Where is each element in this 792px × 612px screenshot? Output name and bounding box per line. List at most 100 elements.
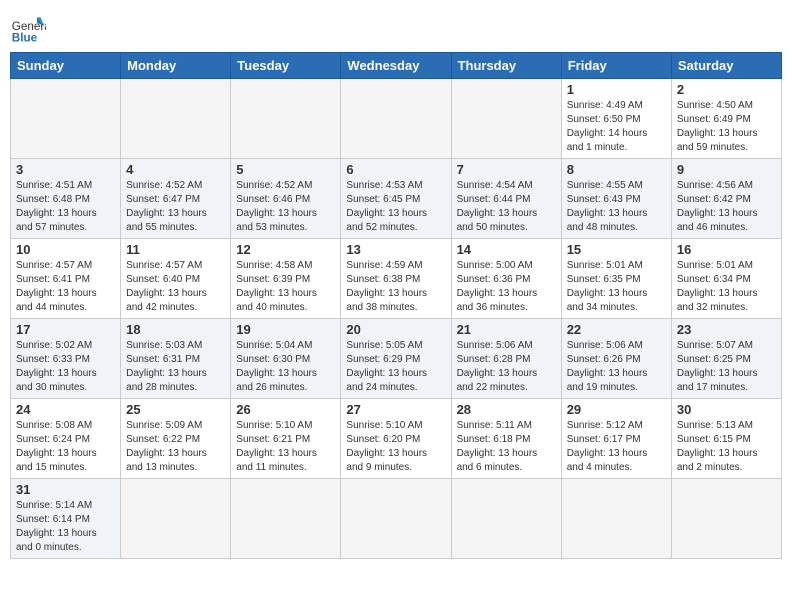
calendar-cell: 3 Sunrise: 4:51 AM Sunset: 6:48 PM Daylig… — [11, 159, 121, 239]
calendar-cell: 25Sunrise: 5:09 AM Sunset: 6:22 PM Dayli… — [121, 399, 231, 479]
calendar-cell — [11, 79, 121, 159]
day-number: 7 — [457, 162, 556, 177]
calendar-cell: 16 Sunrise: 5:01 AM Sunset: 6:34 PM Dayli… — [671, 239, 781, 319]
calendar-cell: 30 Sunrise: 5:13 AM Sunset: 6:15 PM Dayli… — [671, 399, 781, 479]
day-number: 29 — [567, 402, 666, 417]
day-number: 30 — [677, 402, 776, 417]
calendar-week-row: 3 Sunrise: 4:51 AM Sunset: 6:48 PM Daylig… — [11, 159, 782, 239]
calendar-cell: 28 Sunrise: 5:11 AM Sunset: 6:18 PM Dayli… — [451, 399, 561, 479]
weekday-header-thursday: Thursday — [451, 53, 561, 79]
cell-content: Sunrise: 4:54 AM Sunset: 6:44 PM Dayligh… — [457, 179, 556, 235]
calendar-cell: 7 Sunrise: 4:54 AM Sunset: 6:44 PM Daylig… — [451, 159, 561, 239]
calendar-cell — [341, 79, 451, 159]
cell-content: Sunrise: 5:01 AM Sunset: 6:34 PM Dayligh… — [677, 259, 776, 315]
calendar-cell: 19Sunrise: 5:04 AM Sunset: 6:30 PM Dayli… — [231, 319, 341, 399]
calendar-cell — [231, 479, 341, 559]
day-number: 16 — [677, 242, 776, 257]
day-number: 8 — [567, 162, 666, 177]
calendar-cell: 31 Sunrise: 5:14 AM Sunset: 6:14 PM Dayli… — [11, 479, 121, 559]
day-number: 6 — [346, 162, 445, 177]
day-number: 3 — [16, 162, 115, 177]
calendar-cell: 9 Sunrise: 4:56 AM Sunset: 6:42 PM Daylig… — [671, 159, 781, 239]
cell-content: Sunrise: 5:03 AM Sunset: 6:31 PM Dayligh… — [126, 339, 225, 395]
cell-content: Sunrise: 5:04 AM Sunset: 6:30 PM Dayligh… — [236, 339, 335, 395]
calendar-week-row: 10 Sunrise: 4:57 AM Sunset: 6:41 PM Dayli… — [11, 239, 782, 319]
cell-content: Sunrise: 5:06 AM Sunset: 6:28 PM Dayligh… — [457, 339, 556, 395]
calendar-week-row: 1Sunrise: 4:49 AM Sunset: 6:50 PM Daylig… — [11, 79, 782, 159]
cell-content: Sunrise: 5:10 AM Sunset: 6:21 PM Dayligh… — [236, 419, 335, 475]
day-number: 5 — [236, 162, 335, 177]
calendar-cell: 2Sunrise: 4:50 AM Sunset: 6:49 PM Daylig… — [671, 79, 781, 159]
calendar-cell: 1Sunrise: 4:49 AM Sunset: 6:50 PM Daylig… — [561, 79, 671, 159]
calendar-cell — [451, 479, 561, 559]
calendar-cell: 14Sunrise: 5:00 AM Sunset: 6:36 PM Dayli… — [451, 239, 561, 319]
calendar-cell: 24 Sunrise: 5:08 AM Sunset: 6:24 PM Dayli… — [11, 399, 121, 479]
calendar-cell — [561, 479, 671, 559]
day-number: 9 — [677, 162, 776, 177]
cell-content: Sunrise: 5:05 AM Sunset: 6:29 PM Dayligh… — [346, 339, 445, 395]
logo-icon: General Blue — [10, 10, 46, 46]
calendar-cell — [671, 479, 781, 559]
cell-content: Sunrise: 5:13 AM Sunset: 6:15 PM Dayligh… — [677, 419, 776, 475]
day-number: 15 — [567, 242, 666, 257]
calendar-cell — [231, 79, 341, 159]
cell-content: Sunrise: 5:02 AM Sunset: 6:33 PM Dayligh… — [16, 339, 115, 395]
cell-content: Sunrise: 4:56 AM Sunset: 6:42 PM Dayligh… — [677, 179, 776, 235]
day-number: 14 — [457, 242, 556, 257]
calendar-cell — [341, 479, 451, 559]
calendar-week-row: 31 Sunrise: 5:14 AM Sunset: 6:14 PM Dayli… — [11, 479, 782, 559]
day-number: 17 — [16, 322, 115, 337]
cell-content: Sunrise: 5:14 AM Sunset: 6:14 PM Dayligh… — [16, 499, 115, 555]
calendar-week-row: 17 Sunrise: 5:02 AM Sunset: 6:33 PM Dayli… — [11, 319, 782, 399]
calendar-cell: 22Sunrise: 5:06 AM Sunset: 6:26 PM Dayli… — [561, 319, 671, 399]
day-number: 20 — [346, 322, 445, 337]
calendar-cell — [451, 79, 561, 159]
day-number: 18 — [126, 322, 225, 337]
cell-content: Sunrise: 5:08 AM Sunset: 6:24 PM Dayligh… — [16, 419, 115, 475]
day-number: 2 — [677, 82, 776, 97]
calendar-cell: 18 Sunrise: 5:03 AM Sunset: 6:31 PM Dayli… — [121, 319, 231, 399]
day-number: 12 — [236, 242, 335, 257]
cell-content: Sunrise: 5:10 AM Sunset: 6:20 PM Dayligh… — [346, 419, 445, 475]
day-number: 23 — [677, 322, 776, 337]
day-number: 27 — [346, 402, 445, 417]
calendar-cell: 29 Sunrise: 5:12 AM Sunset: 6:17 PM Dayli… — [561, 399, 671, 479]
calendar-cell: 6 Sunrise: 4:53 AM Sunset: 6:45 PM Daylig… — [341, 159, 451, 239]
calendar-week-row: 24 Sunrise: 5:08 AM Sunset: 6:24 PM Dayli… — [11, 399, 782, 479]
weekday-header-sunday: Sunday — [11, 53, 121, 79]
cell-content: Sunrise: 5:07 AM Sunset: 6:25 PM Dayligh… — [677, 339, 776, 395]
calendar-cell: 23 Sunrise: 5:07 AM Sunset: 6:25 PM Dayli… — [671, 319, 781, 399]
cell-content: Sunrise: 4:52 AM Sunset: 6:47 PM Dayligh… — [126, 179, 225, 235]
calendar-cell: 8Sunrise: 4:55 AM Sunset: 6:43 PM Daylig… — [561, 159, 671, 239]
day-number: 21 — [457, 322, 556, 337]
cell-content: Sunrise: 4:57 AM Sunset: 6:41 PM Dayligh… — [16, 259, 115, 315]
weekday-header-monday: Monday — [121, 53, 231, 79]
calendar-cell: 13 Sunrise: 4:59 AM Sunset: 6:38 PM Dayli… — [341, 239, 451, 319]
calendar-cell: 21 Sunrise: 5:06 AM Sunset: 6:28 PM Dayli… — [451, 319, 561, 399]
svg-text:Blue: Blue — [12, 32, 38, 45]
day-number: 28 — [457, 402, 556, 417]
day-number: 1 — [567, 82, 666, 97]
day-number: 13 — [346, 242, 445, 257]
day-number: 4 — [126, 162, 225, 177]
weekday-header-wednesday: Wednesday — [341, 53, 451, 79]
cell-content: Sunrise: 4:57 AM Sunset: 6:40 PM Dayligh… — [126, 259, 225, 315]
calendar-cell: 17 Sunrise: 5:02 AM Sunset: 6:33 PM Dayli… — [11, 319, 121, 399]
day-number: 24 — [16, 402, 115, 417]
calendar-cell: 12Sunrise: 4:58 AM Sunset: 6:39 PM Dayli… — [231, 239, 341, 319]
cell-content: Sunrise: 4:59 AM Sunset: 6:38 PM Dayligh… — [346, 259, 445, 315]
calendar-cell: 11 Sunrise: 4:57 AM Sunset: 6:40 PM Dayli… — [121, 239, 231, 319]
day-number: 25 — [126, 402, 225, 417]
cell-content: Sunrise: 4:53 AM Sunset: 6:45 PM Dayligh… — [346, 179, 445, 235]
weekday-header-saturday: Saturday — [671, 53, 781, 79]
cell-content: Sunrise: 5:11 AM Sunset: 6:18 PM Dayligh… — [457, 419, 556, 475]
day-number: 10 — [16, 242, 115, 257]
calendar-table: SundayMondayTuesdayWednesdayThursdayFrid… — [10, 52, 782, 559]
day-number: 11 — [126, 242, 225, 257]
calendar-cell — [121, 79, 231, 159]
calendar-cell: 15Sunrise: 5:01 AM Sunset: 6:35 PM Dayli… — [561, 239, 671, 319]
cell-content: Sunrise: 5:12 AM Sunset: 6:17 PM Dayligh… — [567, 419, 666, 475]
day-number: 31 — [16, 482, 115, 497]
weekday-header-friday: Friday — [561, 53, 671, 79]
cell-content: Sunrise: 4:51 AM Sunset: 6:48 PM Dayligh… — [16, 179, 115, 235]
